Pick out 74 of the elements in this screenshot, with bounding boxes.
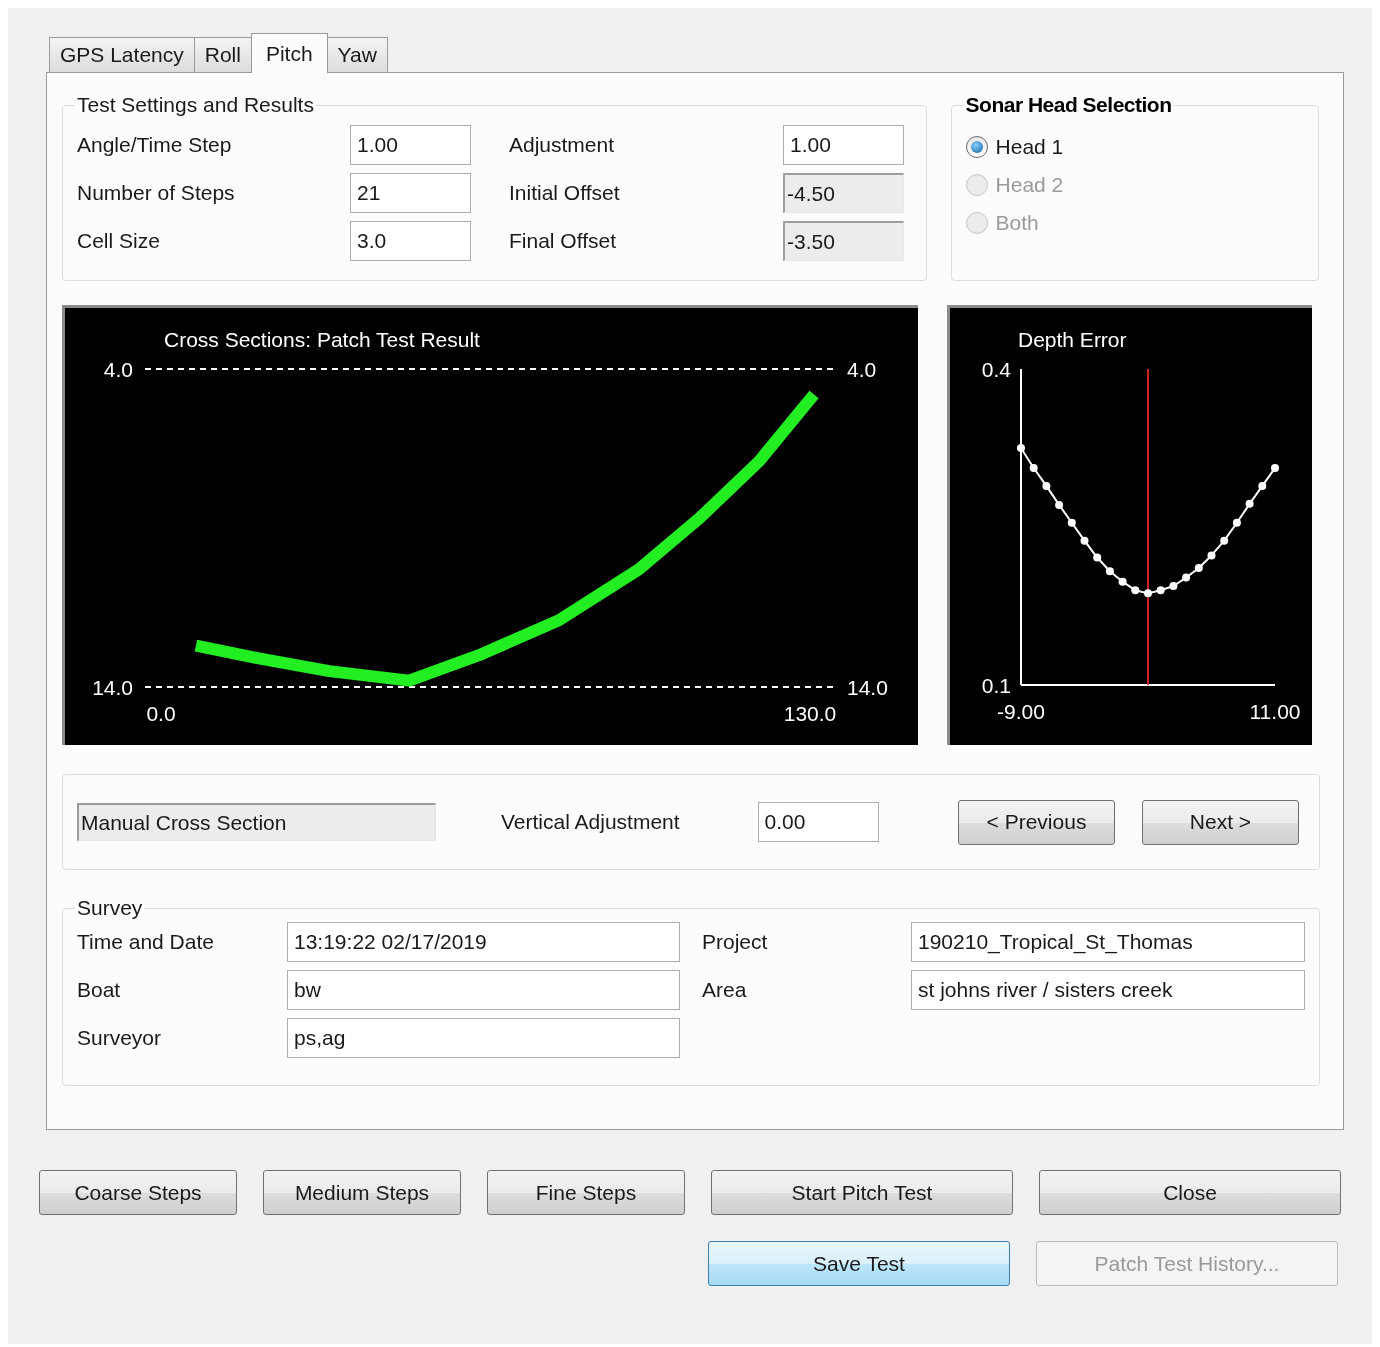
data-point (1207, 551, 1216, 560)
radio-label: Both (995, 211, 1039, 235)
field-label: Boat (77, 978, 122, 1002)
radio-label: Head 2 (995, 173, 1064, 197)
group-title: Sonar Head Selection (964, 93, 1173, 117)
y-tick-label: 4.0 (103, 358, 133, 381)
field-label: Angle/Time Step (77, 133, 233, 157)
dialog-button[interactable]: Save Test (708, 1241, 1010, 1286)
data-point (1080, 536, 1089, 545)
x-tick-label: 11.00 (1249, 700, 1301, 723)
data-point (1105, 567, 1114, 576)
y-tick-label: 14.0 (847, 676, 888, 699)
field-label: Initial Offset (509, 181, 621, 205)
y-tick-label: 4.0 (847, 358, 877, 381)
dialog-button[interactable]: Close (1039, 1170, 1341, 1215)
nav-button[interactable]: Next > (1142, 799, 1299, 845)
data-point (1131, 586, 1140, 595)
y-tick-label: 0.1 (981, 674, 1011, 697)
data-point (1144, 589, 1152, 598)
chart-title: Depth Error (1018, 328, 1127, 351)
input-field[interactable]: st johns river / sisters creek (911, 970, 1305, 1010)
tab[interactable]: Pitch (250, 33, 328, 73)
input-field[interactable]: 0.00 (757, 802, 879, 842)
x-tick-label: -9.00 (997, 700, 1045, 723)
nav-button[interactable]: < Previous (958, 799, 1115, 845)
data-point (1182, 573, 1191, 582)
data-point (1093, 553, 1102, 562)
input-field[interactable]: 1.00 (350, 125, 471, 165)
y-tick-label: 0.4 (981, 358, 1011, 381)
field-label: Surveyor (77, 1026, 163, 1050)
input-field[interactable]: 1.00 (783, 125, 904, 165)
input-field[interactable]: 3.0 (350, 221, 471, 261)
data-point (1258, 481, 1267, 490)
radio-label: Head 1 (995, 135, 1064, 159)
dialog-button[interactable]: Fine Steps (487, 1170, 685, 1215)
data-point (1194, 564, 1203, 573)
data-point (1055, 500, 1064, 509)
input-field[interactable]: bw (287, 970, 680, 1010)
group-title: Survey (76, 896, 144, 920)
input-field[interactable]: 13:19:22 02/17/2019 (287, 922, 680, 962)
dialog-button[interactable]: Coarse Steps (39, 1170, 237, 1215)
data-point (1017, 444, 1025, 452)
dialog-button[interactable]: Medium Steps (263, 1170, 461, 1215)
input-field[interactable]: 21 (350, 173, 471, 213)
x-tick-label: 130.0 (783, 702, 837, 725)
input-field[interactable]: ps,ag (287, 1018, 680, 1058)
field-label: Adjustment (509, 133, 616, 157)
data-point (1029, 464, 1038, 472)
radio-button[interactable] (965, 136, 988, 158)
field-label: Area (702, 978, 748, 1002)
data-point (1232, 518, 1241, 527)
data-point (1156, 586, 1165, 595)
chart-title: Cross Sections: Patch Test Result (164, 328, 480, 351)
field-label: Cell Size (77, 229, 161, 253)
input-field[interactable]: 190210_Tropical_St_Thomas (911, 922, 1305, 962)
data-point (1169, 582, 1178, 590)
field-label: Time and Date (77, 930, 215, 954)
field-label: Final Offset (509, 229, 617, 253)
group-title: Test Settings and Results (76, 93, 315, 117)
tab[interactable]: GPS Latency (49, 37, 195, 72)
dialog-button[interactable]: Start Pitch Test (711, 1170, 1013, 1215)
field-label: Project (702, 930, 769, 954)
data-point (1245, 499, 1254, 508)
tab[interactable]: Yaw (326, 37, 388, 72)
data-point (1271, 464, 1279, 472)
data-point (1067, 518, 1076, 527)
tab[interactable]: Roll (193, 37, 252, 72)
data-point (1042, 481, 1051, 490)
field-label: Vertical Adjustment (501, 810, 680, 834)
x-tick-label: 0.0 (146, 702, 176, 725)
y-tick-label: 14.0 (92, 676, 133, 699)
data-point (1118, 577, 1127, 586)
field-label: Number of Steps (77, 181, 236, 205)
data-point (1220, 536, 1229, 545)
